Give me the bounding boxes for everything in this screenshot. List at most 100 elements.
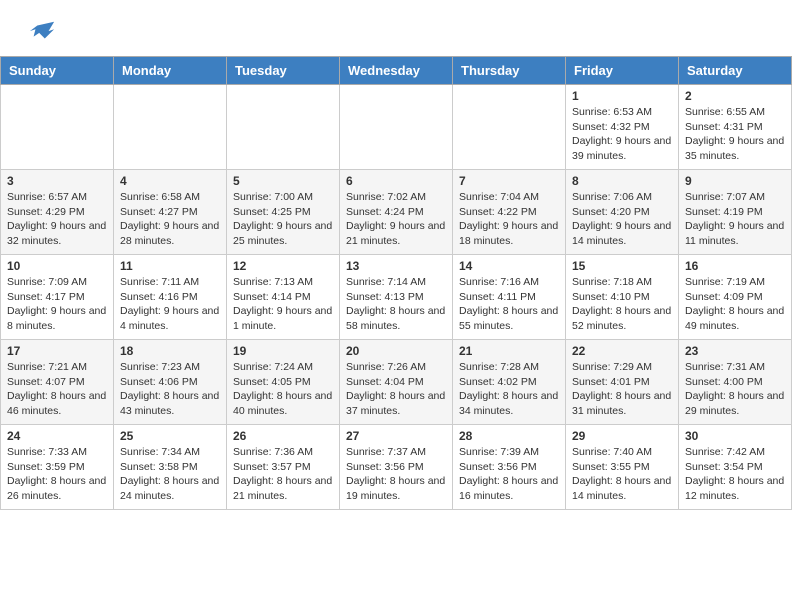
calendar-cell: 29 Sunrise: 7:40 AMSunset: 3:55 PMDayligh… xyxy=(566,425,679,510)
calendar-cell xyxy=(227,85,340,170)
day-info: Sunrise: 7:21 AMSunset: 4:07 PMDaylight:… xyxy=(7,360,107,419)
day-number: 12 xyxy=(233,259,333,273)
calendar-cell: 16 Sunrise: 7:19 AMSunset: 4:09 PMDayligh… xyxy=(679,255,792,340)
calendar-cell: 30 Sunrise: 7:42 AMSunset: 3:54 PMDayligh… xyxy=(679,425,792,510)
calendar-cell: 25Sunrise: 7:34 AMSunset: 3:58 PMDayligh… xyxy=(114,425,227,510)
day-number: 17 xyxy=(7,344,107,358)
day-info: Sunrise: 7:07 AMSunset: 4:19 PMDaylight:… xyxy=(685,190,785,249)
calendar-week-row: 24Sunrise: 7:33 AMSunset: 3:59 PMDayligh… xyxy=(1,425,792,510)
day-info: Sunrise: 7:11 AMSunset: 4:16 PMDaylight:… xyxy=(120,275,220,334)
day-number: 16 xyxy=(685,259,785,273)
logo-bird-icon xyxy=(28,18,56,46)
calendar-cell: 26 Sunrise: 7:36 AMSunset: 3:57 PMDayligh… xyxy=(227,425,340,510)
day-number: 27 xyxy=(346,429,446,443)
calendar-cell: 9 Sunrise: 7:07 AMSunset: 4:19 PMDaylight… xyxy=(679,170,792,255)
day-info: Sunrise: 7:04 AMSunset: 4:22 PMDaylight:… xyxy=(459,190,559,249)
day-number: 13 xyxy=(346,259,446,273)
day-number: 8 xyxy=(572,174,672,188)
calendar-cell: 11 Sunrise: 7:11 AMSunset: 4:16 PMDayligh… xyxy=(114,255,227,340)
calendar-header-row: SundayMondayTuesdayWednesdayThursdayFrid… xyxy=(1,57,792,85)
day-number: 11 xyxy=(120,259,220,273)
calendar-cell: 20 Sunrise: 7:26 AMSunset: 4:04 PMDayligh… xyxy=(340,340,453,425)
day-number: 7 xyxy=(459,174,559,188)
day-number: 19 xyxy=(233,344,333,358)
day-number: 18 xyxy=(120,344,220,358)
day-info: Sunrise: 7:40 AMSunset: 3:55 PMDaylight:… xyxy=(572,445,672,504)
day-number: 2 xyxy=(685,89,785,103)
day-number: 30 xyxy=(685,429,785,443)
day-info: Sunrise: 6:53 AMSunset: 4:32 PMDaylight:… xyxy=(572,105,672,164)
day-info: Sunrise: 6:57 AMSunset: 4:29 PMDaylight:… xyxy=(7,190,107,249)
calendar-week-row: 3 Sunrise: 6:57 AMSunset: 4:29 PMDaylight… xyxy=(1,170,792,255)
day-number: 6 xyxy=(346,174,446,188)
calendar-cell xyxy=(1,85,114,170)
day-info: Sunrise: 7:19 AMSunset: 4:09 PMDaylight:… xyxy=(685,275,785,334)
day-info: Sunrise: 7:16 AMSunset: 4:11 PMDaylight:… xyxy=(459,275,559,334)
day-info: Sunrise: 7:26 AMSunset: 4:04 PMDaylight:… xyxy=(346,360,446,419)
day-info: Sunrise: 7:36 AMSunset: 3:57 PMDaylight:… xyxy=(233,445,333,504)
day-number: 3 xyxy=(7,174,107,188)
calendar-cell: 24Sunrise: 7:33 AMSunset: 3:59 PMDayligh… xyxy=(1,425,114,510)
day-info: Sunrise: 7:42 AMSunset: 3:54 PMDaylight:… xyxy=(685,445,785,504)
page-header xyxy=(0,0,792,56)
calendar-cell: 4Sunrise: 6:58 AMSunset: 4:27 PMDaylight… xyxy=(114,170,227,255)
day-info: Sunrise: 6:58 AMSunset: 4:27 PMDaylight:… xyxy=(120,190,220,249)
day-info: Sunrise: 7:09 AMSunset: 4:17 PMDaylight:… xyxy=(7,275,107,334)
day-number: 23 xyxy=(685,344,785,358)
day-info: Sunrise: 7:23 AMSunset: 4:06 PMDaylight:… xyxy=(120,360,220,419)
calendar-table: SundayMondayTuesdayWednesdayThursdayFrid… xyxy=(0,56,792,510)
calendar-week-row: 17 Sunrise: 7:21 AMSunset: 4:07 PMDayligh… xyxy=(1,340,792,425)
calendar-header-monday: Monday xyxy=(114,57,227,85)
day-number: 22 xyxy=(572,344,672,358)
calendar-cell: 10 Sunrise: 7:09 AMSunset: 4:17 PMDayligh… xyxy=(1,255,114,340)
calendar-cell: 21 Sunrise: 7:28 AMSunset: 4:02 PMDayligh… xyxy=(453,340,566,425)
day-number: 28 xyxy=(459,429,559,443)
calendar-cell: 28 Sunrise: 7:39 AMSunset: 3:56 PMDayligh… xyxy=(453,425,566,510)
day-number: 29 xyxy=(572,429,672,443)
calendar-header-friday: Friday xyxy=(566,57,679,85)
calendar-cell: 1 Sunrise: 6:53 AMSunset: 4:32 PMDaylight… xyxy=(566,85,679,170)
calendar-header-tuesday: Tuesday xyxy=(227,57,340,85)
calendar-header-thursday: Thursday xyxy=(453,57,566,85)
calendar-cell: 5 Sunrise: 7:00 AMSunset: 4:25 PMDaylight… xyxy=(227,170,340,255)
day-number: 1 xyxy=(572,89,672,103)
calendar-week-row: 10 Sunrise: 7:09 AMSunset: 4:17 PMDayligh… xyxy=(1,255,792,340)
day-info: Sunrise: 7:33 AMSunset: 3:59 PMDaylight:… xyxy=(7,445,107,504)
calendar-cell xyxy=(340,85,453,170)
logo xyxy=(24,18,56,46)
day-info: Sunrise: 7:29 AMSunset: 4:01 PMDaylight:… xyxy=(572,360,672,419)
day-number: 10 xyxy=(7,259,107,273)
calendar-cell: 18 Sunrise: 7:23 AMSunset: 4:06 PMDayligh… xyxy=(114,340,227,425)
day-info: Sunrise: 7:39 AMSunset: 3:56 PMDaylight:… xyxy=(459,445,559,504)
calendar-cell: 7 Sunrise: 7:04 AMSunset: 4:22 PMDaylight… xyxy=(453,170,566,255)
day-number: 15 xyxy=(572,259,672,273)
calendar-cell: 14 Sunrise: 7:16 AMSunset: 4:11 PMDayligh… xyxy=(453,255,566,340)
day-number: 25 xyxy=(120,429,220,443)
day-info: Sunrise: 7:02 AMSunset: 4:24 PMDaylight:… xyxy=(346,190,446,249)
calendar-cell xyxy=(114,85,227,170)
day-number: 21 xyxy=(459,344,559,358)
day-info: Sunrise: 6:55 AMSunset: 4:31 PMDaylight:… xyxy=(685,105,785,164)
calendar-cell: 15 Sunrise: 7:18 AMSunset: 4:10 PMDayligh… xyxy=(566,255,679,340)
calendar-cell: 3 Sunrise: 6:57 AMSunset: 4:29 PMDaylight… xyxy=(1,170,114,255)
day-info: Sunrise: 7:00 AMSunset: 4:25 PMDaylight:… xyxy=(233,190,333,249)
day-info: Sunrise: 7:18 AMSunset: 4:10 PMDaylight:… xyxy=(572,275,672,334)
calendar-cell: 17 Sunrise: 7:21 AMSunset: 4:07 PMDayligh… xyxy=(1,340,114,425)
day-info: Sunrise: 7:14 AMSunset: 4:13 PMDaylight:… xyxy=(346,275,446,334)
day-number: 9 xyxy=(685,174,785,188)
calendar-cell: 13 Sunrise: 7:14 AMSunset: 4:13 PMDayligh… xyxy=(340,255,453,340)
day-info: Sunrise: 7:31 AMSunset: 4:00 PMDaylight:… xyxy=(685,360,785,419)
calendar-cell: 22 Sunrise: 7:29 AMSunset: 4:01 PMDayligh… xyxy=(566,340,679,425)
day-number: 26 xyxy=(233,429,333,443)
day-info: Sunrise: 7:37 AMSunset: 3:56 PMDaylight:… xyxy=(346,445,446,504)
day-number: 20 xyxy=(346,344,446,358)
calendar-cell: 2 Sunrise: 6:55 AMSunset: 4:31 PMDaylight… xyxy=(679,85,792,170)
day-number: 5 xyxy=(233,174,333,188)
calendar-cell: 8 Sunrise: 7:06 AMSunset: 4:20 PMDaylight… xyxy=(566,170,679,255)
day-number: 14 xyxy=(459,259,559,273)
day-info: Sunrise: 7:24 AMSunset: 4:05 PMDaylight:… xyxy=(233,360,333,419)
day-info: Sunrise: 7:28 AMSunset: 4:02 PMDaylight:… xyxy=(459,360,559,419)
day-info: Sunrise: 7:06 AMSunset: 4:20 PMDaylight:… xyxy=(572,190,672,249)
calendar-cell: 27 Sunrise: 7:37 AMSunset: 3:56 PMDayligh… xyxy=(340,425,453,510)
calendar-cell: 19 Sunrise: 7:24 AMSunset: 4:05 PMDayligh… xyxy=(227,340,340,425)
